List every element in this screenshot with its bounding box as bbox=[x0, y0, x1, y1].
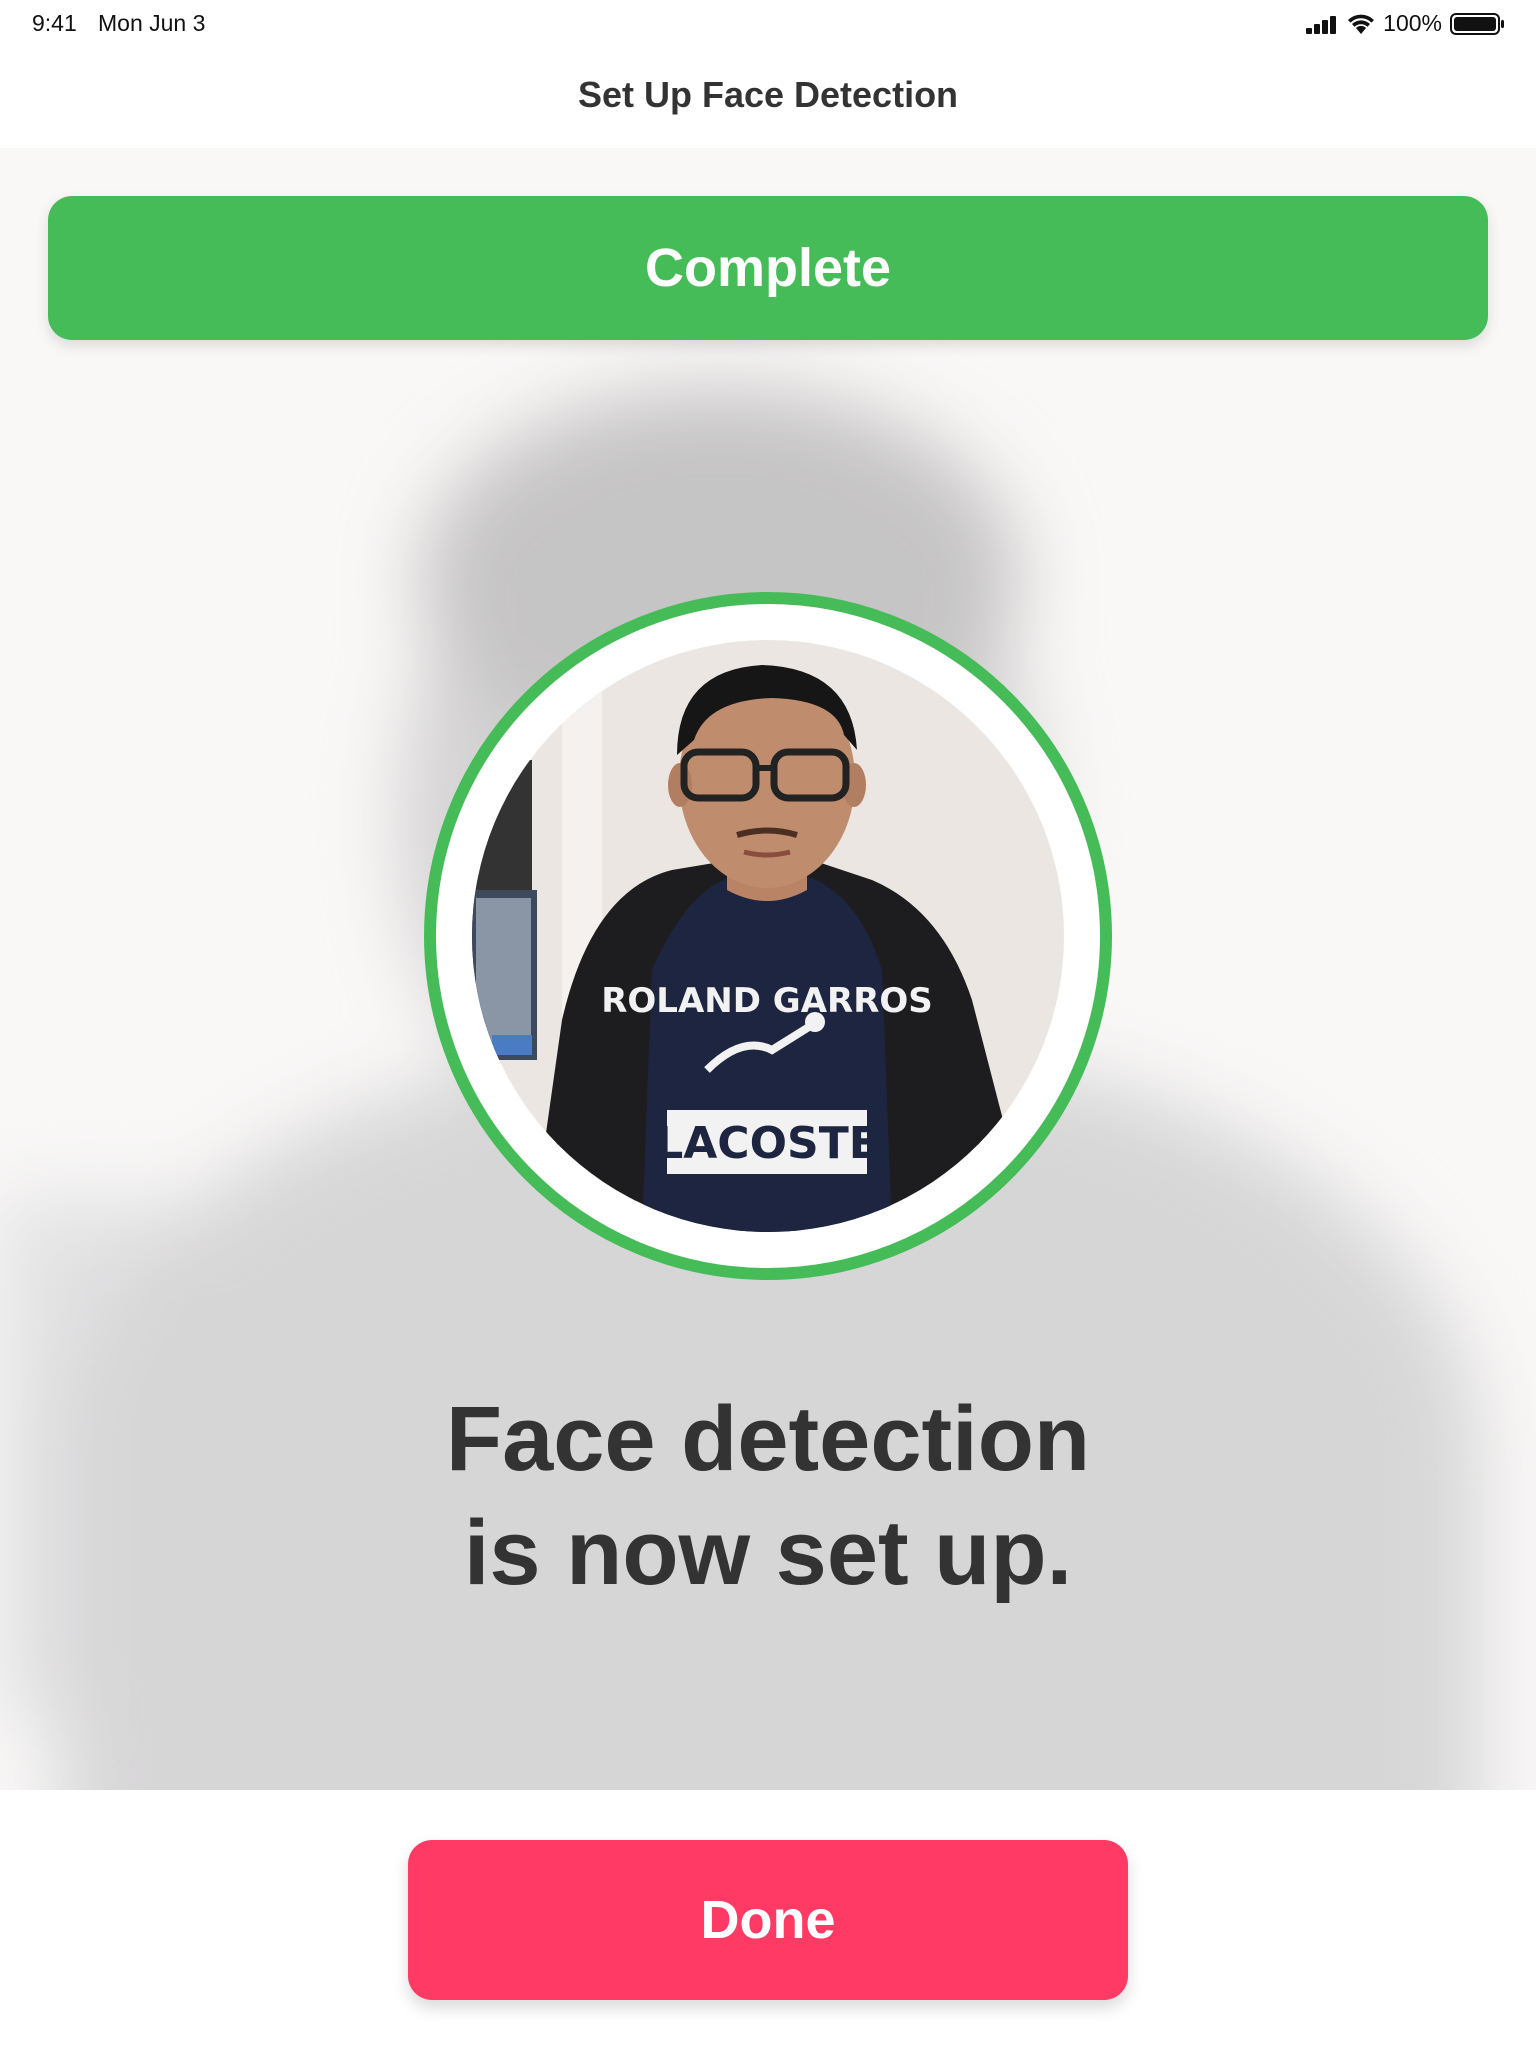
shirt-print-bottom: LACOSTE bbox=[655, 1118, 879, 1169]
status-indicators: 100% bbox=[1305, 10, 1506, 37]
success-message: Face detection is now set up. bbox=[0, 1382, 1536, 1610]
wifi-icon bbox=[1347, 13, 1375, 35]
face-photo: ROLAND GARROS LACOSTE bbox=[472, 640, 1064, 1232]
page-title: Set Up Face Detection bbox=[577, 74, 959, 115]
status-bar: 9:41 Mon Jun 3 100% bbox=[0, 0, 1536, 48]
status-date: Mon Jun 3 bbox=[98, 10, 206, 36]
face-capture-ring: ROLAND GARROS LACOSTE bbox=[424, 592, 1112, 1280]
cellular-signal-icon bbox=[1305, 13, 1339, 35]
bottom-bar: Done bbox=[0, 1790, 1536, 2048]
success-message-line-2: is now set up. bbox=[463, 1502, 1073, 1604]
done-button[interactable]: Done bbox=[408, 1840, 1128, 2000]
success-message-line-1: Face detection bbox=[445, 1388, 1091, 1490]
camera-preview: Complete ROLAND GARROS LACOSTE Face dete… bbox=[0, 148, 1536, 1790]
battery-icon bbox=[1450, 12, 1506, 36]
navigation-bar: Set Up Face Detection bbox=[0, 48, 1536, 148]
shirt-print-top: ROLAND GARROS bbox=[601, 981, 933, 1021]
complete-banner: Complete bbox=[48, 196, 1488, 340]
status-time: 9:41 bbox=[32, 10, 77, 36]
battery-percent: 100% bbox=[1383, 10, 1442, 36]
